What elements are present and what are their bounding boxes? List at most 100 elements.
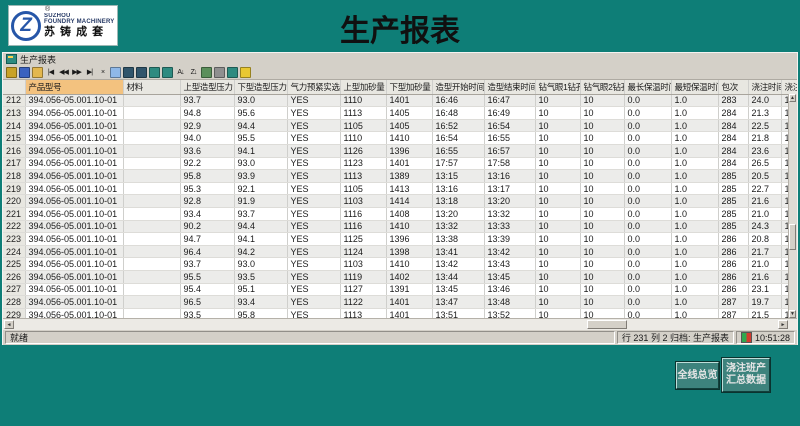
cell[interactable]: 1116: [340, 220, 387, 234]
cell[interactable]: 1103: [340, 194, 387, 208]
cell[interactable]: 94.1: [234, 232, 288, 246]
cell[interactable]: 283: [718, 94, 749, 108]
cell[interactable]: 13:20: [484, 194, 536, 208]
column-header-最长保温时间[interactable]: 最长保温时间: [624, 80, 672, 95]
row-number[interactable]: 224: [3, 245, 26, 259]
column-header-上型加砂量[interactable]: 上型加砂量: [340, 80, 387, 95]
column-header-材料[interactable]: 材料: [123, 80, 181, 95]
cell[interactable]: [123, 270, 181, 284]
cell[interactable]: 1124: [340, 245, 387, 259]
cell[interactable]: [123, 295, 181, 309]
cell[interactable]: 1.0: [671, 157, 719, 171]
delete-record-icon[interactable]: ×: [97, 67, 108, 78]
cell[interactable]: 1.0: [671, 119, 719, 133]
cell[interactable]: 10: [535, 207, 581, 221]
column-header-下型加砂量[interactable]: 下型加砂量: [386, 80, 433, 95]
cell[interactable]: [123, 169, 181, 183]
cell[interactable]: 286: [718, 245, 749, 259]
cell[interactable]: 13:39: [484, 232, 536, 246]
cell[interactable]: [123, 157, 181, 171]
cell[interactable]: 10: [580, 131, 625, 145]
row-number[interactable]: 227: [3, 283, 26, 297]
cell[interactable]: 13:47: [432, 295, 485, 309]
cell[interactable]: 10: [580, 257, 625, 272]
row-number[interactable]: 222: [3, 220, 26, 234]
refresh-icon[interactable]: [201, 66, 212, 78]
cell[interactable]: 21.0: [748, 257, 782, 272]
cell[interactable]: YES: [287, 220, 341, 234]
cell[interactable]: 13:41: [432, 245, 485, 259]
cell[interactable]: 24.0: [748, 94, 782, 108]
pour-shift-summary-button[interactable]: 浇注班产 汇总数据: [722, 358, 770, 392]
cell[interactable]: YES: [287, 207, 341, 221]
cell[interactable]: 95.8: [180, 169, 235, 183]
column-header-造型结束时间[interactable]: 造型结束时间: [484, 80, 536, 95]
cell[interactable]: 93.6: [180, 144, 235, 158]
cell[interactable]: 1.0: [671, 169, 719, 183]
cell[interactable]: 1396: [386, 232, 433, 246]
cell[interactable]: 10: [535, 106, 581, 120]
row-number[interactable]: 229: [3, 308, 26, 318]
cell[interactable]: 95.4: [180, 283, 235, 297]
cell[interactable]: 394.056-05.001.10-01: [25, 283, 124, 297]
row-number[interactable]: 214: [3, 119, 26, 133]
cell[interactable]: 93.0: [234, 157, 288, 171]
cell[interactable]: 13:32: [432, 220, 485, 234]
cell[interactable]: 16:55: [484, 131, 536, 145]
cell[interactable]: 0.0: [624, 157, 672, 171]
cell[interactable]: [123, 220, 181, 234]
cell[interactable]: 1119: [340, 270, 387, 284]
cell[interactable]: 10: [535, 119, 581, 133]
cell[interactable]: [123, 144, 181, 158]
cell[interactable]: 94.1: [234, 144, 288, 158]
cell[interactable]: 0.0: [624, 308, 672, 318]
cell[interactable]: 1.0: [671, 270, 719, 284]
cell[interactable]: 284: [718, 131, 749, 145]
cell[interactable]: 10: [535, 157, 581, 171]
cell[interactable]: 93.0: [234, 94, 288, 108]
cell[interactable]: 0.0: [624, 169, 672, 183]
cell[interactable]: 0.0: [624, 245, 672, 259]
cell[interactable]: 20.8: [748, 232, 782, 246]
open-folder-icon[interactable]: [32, 66, 43, 78]
cell[interactable]: 16:54: [484, 119, 536, 133]
cell[interactable]: 394.056-05.001.10-01: [25, 94, 124, 108]
horizontal-scrollbar[interactable]: ◄ ►: [3, 318, 797, 330]
print-icon[interactable]: [214, 66, 225, 78]
cell[interactable]: 22.5: [748, 119, 782, 133]
cell[interactable]: 93.7: [234, 207, 288, 221]
cell[interactable]: 93.9: [234, 169, 288, 183]
cell[interactable]: 1.0: [671, 207, 719, 221]
cell[interactable]: 1125: [340, 232, 387, 246]
column-header-上型造型压力[interactable]: 上型造型压力: [180, 80, 235, 95]
cell[interactable]: 93.7: [180, 257, 235, 272]
cell[interactable]: YES: [287, 194, 341, 208]
cell[interactable]: 10: [580, 207, 625, 221]
row-number[interactable]: 225: [3, 257, 26, 272]
cell[interactable]: 1414: [386, 194, 433, 208]
cell[interactable]: 10: [580, 169, 625, 183]
cell[interactable]: 92.9: [180, 119, 235, 133]
cell[interactable]: 0.0: [624, 182, 672, 196]
cell[interactable]: 1105: [340, 182, 387, 196]
cell[interactable]: 10: [580, 157, 625, 171]
cell[interactable]: 95.3: [180, 182, 235, 196]
cell[interactable]: 1401: [386, 295, 433, 309]
cell[interactable]: 1405: [386, 119, 433, 133]
fast-prev-icon[interactable]: ◀◀: [58, 67, 69, 78]
cell[interactable]: [123, 131, 181, 145]
cell[interactable]: 13:43: [484, 257, 536, 272]
cell[interactable]: 10: [535, 295, 581, 309]
cell[interactable]: 394.056-05.001.10-01: [25, 308, 124, 318]
copy-icon[interactable]: [110, 66, 121, 78]
cell[interactable]: 21.6: [748, 270, 782, 284]
sort-desc-icon[interactable]: Z↓: [188, 67, 199, 78]
cell[interactable]: 13:45: [432, 283, 485, 297]
cell[interactable]: 1401: [386, 94, 433, 108]
cell[interactable]: 0.0: [624, 94, 672, 108]
cell[interactable]: 1123: [340, 157, 387, 171]
cell[interactable]: 1.0: [671, 257, 719, 272]
cell[interactable]: 394.056-05.001.10-01: [25, 232, 124, 246]
cell[interactable]: YES: [287, 308, 341, 318]
cell[interactable]: 92.2: [180, 157, 235, 171]
